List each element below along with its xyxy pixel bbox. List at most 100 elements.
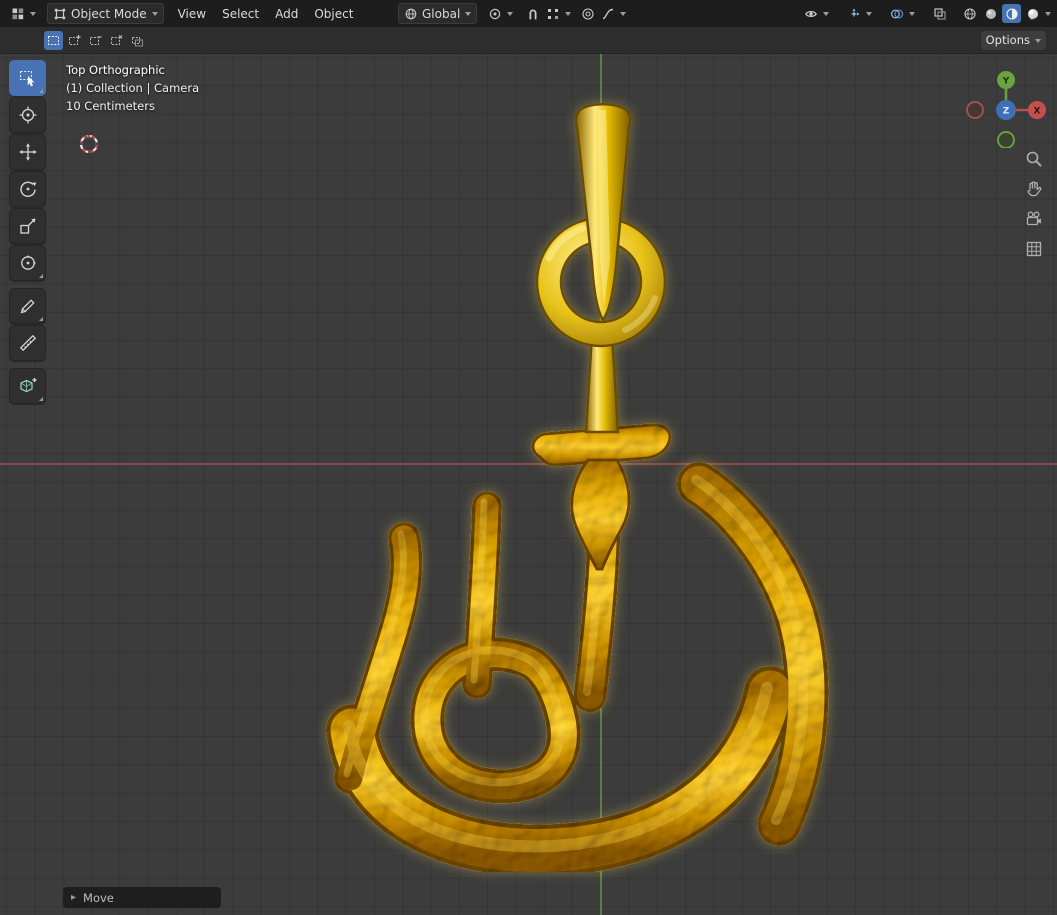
grid-scale-label: 10 Centimeters <box>66 99 155 113</box>
menu-object[interactable]: Object <box>306 7 361 21</box>
snap-toggle[interactable] <box>524 4 542 24</box>
global-orientation-icon <box>405 8 417 19</box>
select-mode-extend-button[interactable] <box>65 31 84 50</box>
tool-transform[interactable] <box>9 245 46 281</box>
chevron-down-icon <box>507 12 514 19</box>
pivot-point-icon <box>490 8 501 19</box>
camera-view-button[interactable] <box>1023 208 1045 230</box>
snap-settings-icon <box>548 8 559 19</box>
falloff-dropdown[interactable] <box>599 4 628 24</box>
cursor-3d <box>76 131 102 157</box>
operator-label: Move <box>83 890 114 905</box>
pivot-point-dropdown[interactable] <box>483 4 518 24</box>
solid-sphere-icon <box>985 8 996 19</box>
measure-ruler-icon <box>19 334 36 352</box>
wireframe-sphere-icon <box>963 7 976 20</box>
magnifier-icon <box>1026 151 1042 167</box>
tool-cursor[interactable] <box>9 97 46 133</box>
pan-button[interactable] <box>1023 178 1045 200</box>
select-intersect-icon <box>132 36 143 46</box>
chevron-down-icon <box>823 12 829 19</box>
shading-solid-button[interactable] <box>981 4 1000 23</box>
select-mode-invert-button[interactable] <box>107 31 126 50</box>
chevron-down-icon <box>151 12 158 19</box>
gizmo-icon <box>851 8 860 16</box>
tool-annotate[interactable] <box>9 288 46 324</box>
chevron-down-icon <box>866 12 872 19</box>
editor-type-icon <box>12 8 24 19</box>
options-dropdown[interactable]: Options <box>979 29 1047 51</box>
tool-move[interactable] <box>9 134 46 170</box>
proportional-editing-icon <box>582 7 594 20</box>
camera-icon <box>1026 211 1041 226</box>
gizmo-axis-x-negative[interactable] <box>966 101 984 119</box>
perspective-toggle-button[interactable] <box>1023 238 1045 260</box>
chevron-down-icon <box>465 12 472 19</box>
grid-icon <box>1026 241 1042 257</box>
header-bar: Object Mode View Select Add Object Globa… <box>0 0 1057 27</box>
tool-measure[interactable] <box>9 325 46 361</box>
shading-rendered-button[interactable] <box>1023 4 1042 23</box>
subtool-indicator <box>39 397 43 401</box>
select-mode-subtract-button[interactable] <box>86 31 105 50</box>
orientation-dropdown[interactable]: Global <box>398 3 478 24</box>
navigation-gizmo[interactable]: Y X Z <box>965 62 1047 148</box>
material-sphere-icon <box>1005 7 1018 20</box>
viewport-side-buttons <box>1023 148 1045 260</box>
viewport-3d[interactable]: Top Orthographic (1) Collection | Camera… <box>0 54 1057 915</box>
eye-icon <box>805 10 817 17</box>
add-cube-icon <box>19 378 36 393</box>
xray-icon <box>934 7 946 20</box>
subtool-indicator <box>39 89 43 93</box>
tool-add-cube[interactable] <box>9 368 46 404</box>
object-mode-icon <box>54 8 66 19</box>
hand-icon <box>1027 181 1042 197</box>
tool-rotate[interactable] <box>9 171 46 207</box>
menu-select[interactable]: Select <box>214 7 267 21</box>
select-invert-icon <box>111 34 123 45</box>
chevron-down-icon <box>620 12 627 19</box>
gizmo-x-label: X <box>1034 107 1041 117</box>
gizmo-axis-y-negative[interactable] <box>997 131 1015 148</box>
collection-camera-label: (1) Collection | Camera <box>66 81 200 95</box>
shading-mode-group <box>960 4 1051 23</box>
mode-dropdown[interactable]: Object Mode <box>47 3 164 24</box>
show-overlays-dropdown[interactable] <box>885 4 920 24</box>
visibility-dropdown[interactable] <box>799 4 834 24</box>
gizmo-z-label: Z <box>1003 107 1010 117</box>
select-mode-new-button[interactable] <box>44 30 63 50</box>
tool-scale[interactable] <box>9 208 46 244</box>
y-axis-line <box>600 54 602 915</box>
proportional-editing-toggle[interactable] <box>579 4 597 24</box>
xray-toggle[interactable] <box>928 4 952 24</box>
tool-select-box[interactable] <box>9 60 46 96</box>
menu-view[interactable]: View <box>170 7 214 21</box>
select-extend-icon <box>69 34 81 45</box>
show-gizmo-dropdown[interactable] <box>842 4 877 24</box>
header-menus: View Select Add Object <box>170 7 362 21</box>
gizmo-y-label: Y <box>1002 77 1010 87</box>
snap-settings-dropdown[interactable] <box>544 4 573 24</box>
chevron-down-icon <box>909 12 915 19</box>
editor-type-button[interactable] <box>6 4 41 24</box>
select-subtract-icon <box>90 35 102 45</box>
select-box-icon <box>19 70 34 87</box>
shading-wireframe-button[interactable] <box>960 4 979 23</box>
chevron-down-icon <box>30 12 36 19</box>
options-label: Options <box>985 33 1030 47</box>
select-mode-intersect-button[interactable] <box>128 31 147 50</box>
menu-add[interactable]: Add <box>267 7 306 21</box>
transform-tool-icon <box>20 255 36 270</box>
operator-panel[interactable]: ▸ Move <box>63 887 221 908</box>
move-tool-icon <box>18 143 37 161</box>
pendant-model <box>0 103 1057 915</box>
x-axis-line <box>0 463 1057 465</box>
viewport-overlay-text: Top Orthographic (1) Collection | Camera… <box>66 61 199 115</box>
chevron-down-icon <box>565 12 572 19</box>
select-new-icon <box>48 35 59 45</box>
select-mode-group <box>44 30 147 50</box>
subtool-indicator <box>39 317 43 321</box>
zoom-button[interactable] <box>1023 148 1045 170</box>
orientation-dropdown-label: Global <box>422 6 461 21</box>
shading-material-preview-button[interactable] <box>1002 4 1021 23</box>
